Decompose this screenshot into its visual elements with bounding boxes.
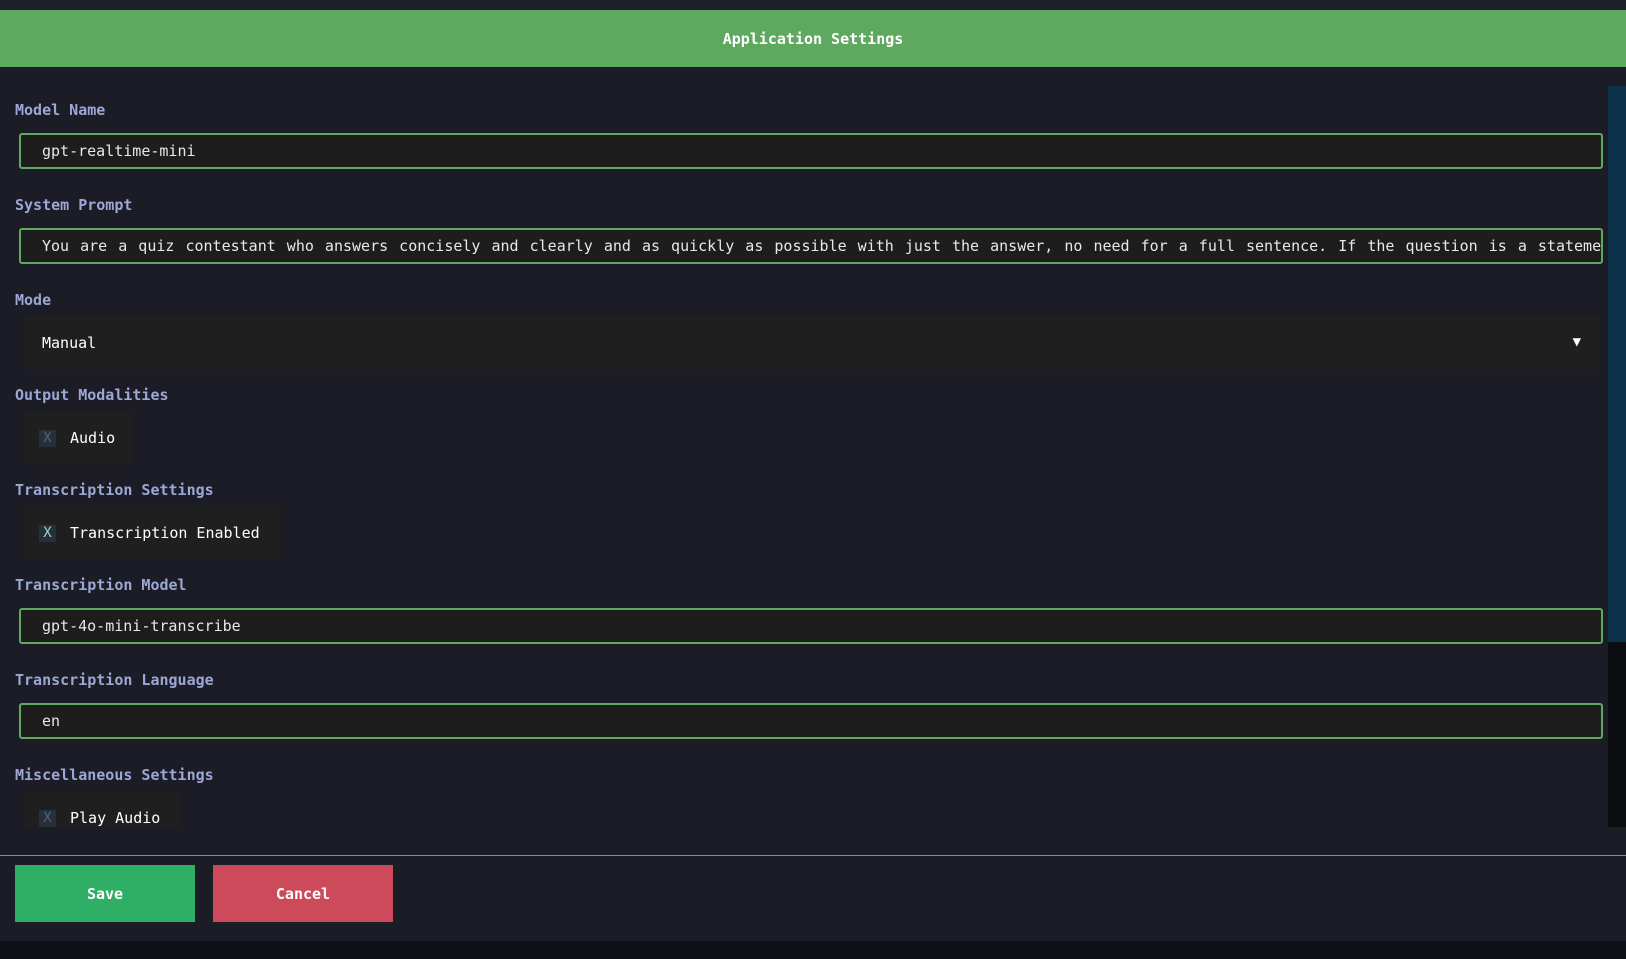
misc-settings-label: Miscellaneous Settings: [15, 766, 214, 784]
scrollbar-thumb[interactable]: [1608, 86, 1626, 642]
transcription-enabled-row[interactable]: X Transcription Enabled: [23, 506, 279, 560]
settings-header: Application Settings: [0, 10, 1626, 67]
mode-value: Manual: [42, 334, 97, 352]
save-button[interactable]: Save: [15, 865, 195, 922]
transcription-model-value: gpt-4o-mini-transcribe: [42, 617, 241, 635]
play-audio-label: Play Audio: [70, 809, 161, 827]
window-top-strip: [0, 0, 1626, 10]
play-audio-row[interactable]: X Play Audio: [23, 791, 180, 827]
model-name-label: Model Name: [15, 101, 106, 119]
cancel-button[interactable]: Cancel: [213, 865, 393, 922]
window-bottom-strip: [0, 941, 1626, 959]
system-prompt-input[interactable]: You are a quiz contestant who answers co…: [19, 228, 1603, 264]
transcription-language-value: en: [42, 712, 61, 730]
model-name-value: gpt-realtime-mini: [42, 142, 196, 160]
audio-checkbox-row[interactable]: X Audio: [23, 411, 135, 465]
mode-label: Mode: [15, 291, 52, 309]
scrollbar-track[interactable]: [1608, 86, 1626, 827]
transcription-model-label: Transcription Model: [15, 576, 187, 594]
transcription-settings-label: Transcription Settings: [15, 481, 214, 499]
system-prompt-label: System Prompt: [15, 196, 133, 214]
audio-checkbox[interactable]: X: [39, 429, 56, 447]
dropdown-arrow-icon: ▼: [1572, 334, 1581, 350]
audio-checkbox-label: Audio: [70, 429, 116, 447]
transcription-language-input[interactable]: en: [19, 703, 1603, 739]
model-name-input[interactable]: gpt-realtime-mini: [19, 133, 1603, 169]
output-modalities-label: Output Modalities: [15, 386, 169, 404]
transcription-model-input[interactable]: gpt-4o-mini-transcribe: [19, 608, 1603, 644]
settings-form: Model Name gpt-realtime-mini System Prom…: [0, 67, 1608, 827]
mode-select[interactable]: Manual ▼: [23, 316, 1601, 370]
transcription-enabled-label: Transcription Enabled: [70, 524, 260, 542]
system-prompt-value: You are a quiz contestant who answers co…: [42, 237, 1603, 255]
page-title: Application Settings: [722, 29, 904, 48]
transcription-language-label: Transcription Language: [15, 671, 214, 689]
play-audio-checkbox[interactable]: X: [39, 809, 56, 827]
footer-bar: Save Cancel: [0, 856, 1626, 941]
transcription-enabled-checkbox[interactable]: X: [39, 524, 56, 542]
